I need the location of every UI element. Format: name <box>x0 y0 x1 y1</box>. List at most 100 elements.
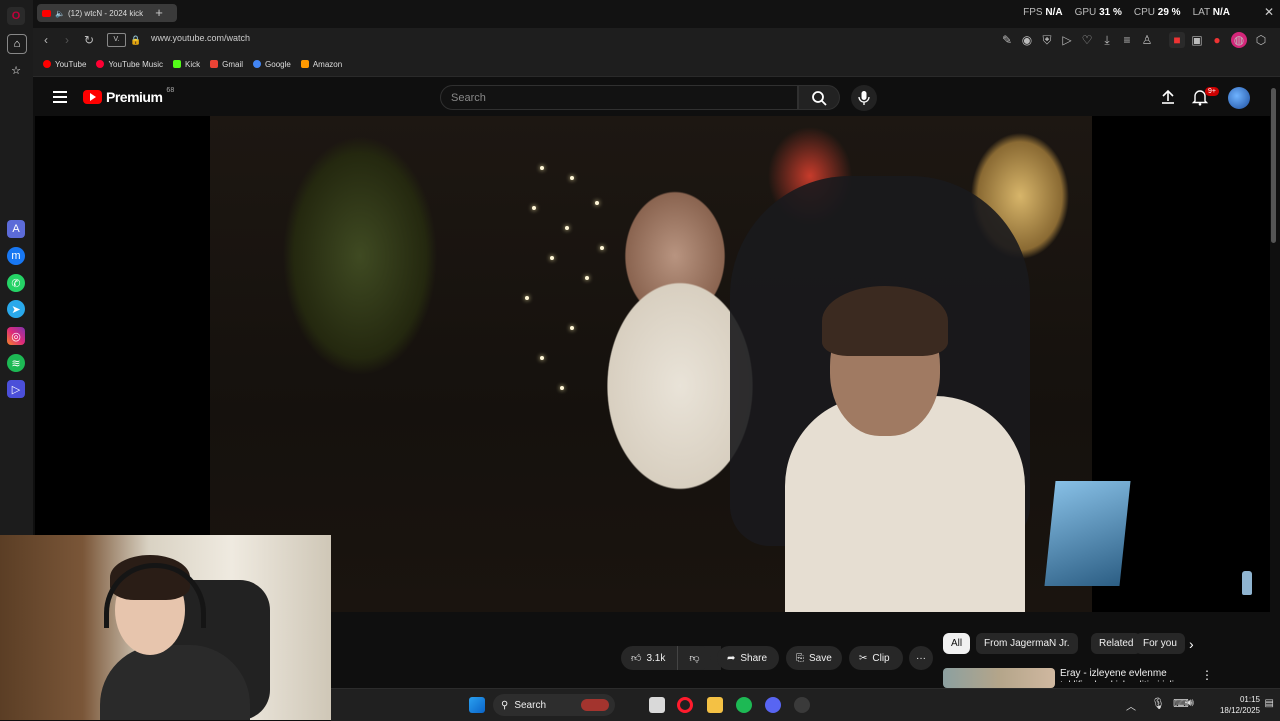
thumbs-down-icon: 👎︎ <box>689 653 700 664</box>
share-icon: ➦ <box>727 652 736 664</box>
bookmarks-star-icon[interactable]: ☆ <box>7 61 25 79</box>
close-window-icon[interactable]: ✕ <box>1264 5 1274 19</box>
discord-icon[interactable] <box>765 697 781 713</box>
heart-icon[interactable]: ♡ <box>1079 32 1095 48</box>
thumbs-up-icon: 👍︎ <box>631 653 642 664</box>
page-scrollbar[interactable] <box>1271 88 1276 243</box>
player-icon[interactable]: ▷ <box>7 380 25 398</box>
amazon-icon <box>300 60 309 68</box>
bookmark-google[interactable]: Google <box>253 60 291 69</box>
windows-start-icon[interactable] <box>469 697 485 713</box>
upload-icon <box>1162 89 1174 104</box>
instagram-icon[interactable]: ◎ <box>7 327 25 345</box>
background-monitor <box>1044 481 1131 586</box>
hamburger-menu-icon[interactable] <box>53 91 67 103</box>
kebab-menu-icon[interactable]: ⋮ <box>1201 668 1213 682</box>
logo-text: Premium <box>106 89 163 105</box>
like-count: 3.1k <box>646 652 666 664</box>
url-field[interactable]: www.youtube.com/watch <box>151 33 250 43</box>
profile-icon[interactable]: ♙ <box>1139 32 1155 48</box>
youtube-header: Premium 68 Search 9+ <box>35 78 1280 116</box>
search-input[interactable]: Search <box>440 85 798 110</box>
back-icon[interactable]: ‹ <box>38 32 54 48</box>
home-icon[interactable]: ⌂ <box>7 34 27 54</box>
youtube-premium-logo[interactable]: Premium 68 <box>83 86 175 105</box>
search-button[interactable] <box>798 85 840 110</box>
share-label: Share <box>740 652 768 664</box>
bookmark-amazon[interactable]: Amazon <box>300 60 342 69</box>
system-clock[interactable]: 01:15 18/12/2025 <box>1220 694 1260 716</box>
voice-search-button[interactable] <box>851 85 877 111</box>
telegram-icon[interactable]: ➤ <box>7 300 25 318</box>
clip-button[interactable]: ✂ Clip <box>849 646 903 670</box>
notification-count-badge: 9+ <box>1205 87 1219 96</box>
more-icon: ··· <box>916 652 926 664</box>
taskbar-search[interactable]: ⚲ Search <box>493 694 615 716</box>
extension-kick-icon[interactable]: ■ <box>1169 32 1185 48</box>
bookmarks-bar: YouTube YouTube Music Kick Gmail Google … <box>33 52 1280 77</box>
chip-from-channel[interactable]: From JagermaN Jr. <box>976 633 1078 654</box>
clock-date: 18/12/2025 <box>1219 706 1260 715</box>
forward-icon[interactable]: › <box>59 32 75 48</box>
shield-icon[interactable]: ⛨ <box>1039 32 1055 48</box>
tab-title: (12) wtcN - 2024 kick <box>67 8 144 18</box>
messenger-icon[interactable]: m <box>7 247 25 265</box>
file-explorer-icon[interactable] <box>707 697 723 713</box>
menu-icon[interactable]: ≡ <box>1119 32 1135 48</box>
extension-pink-icon[interactable]: ◍ <box>1231 32 1247 48</box>
tray-chevron-icon[interactable]: ︿ <box>1126 698 1136 713</box>
kick-icon <box>173 60 181 68</box>
new-tab-button[interactable]: + <box>151 5 167 21</box>
christmas-tree-lights <box>510 156 630 416</box>
upload-button[interactable] <box>1159 88 1177 109</box>
video-frame <box>210 116 1131 612</box>
bookmark-kick[interactable]: Kick <box>173 60 200 69</box>
more-actions-button[interactable]: ··· <box>909 646 933 670</box>
bookmark-youtube-music[interactable]: YouTube Music <box>96 60 163 69</box>
share-button[interactable]: ➦ Share <box>717 646 779 670</box>
spotify-icon[interactable]: ≋ <box>7 354 25 372</box>
lock-icon[interactable]: 🔒 <box>128 32 144 48</box>
tray-mic-icon[interactable]: 🎙︎ <box>1151 697 1165 710</box>
lat-readout: LAT N/A <box>1192 7 1230 18</box>
extension-red-icon[interactable]: ● <box>1209 32 1225 48</box>
bookmark-icon: ⎘ <box>796 652 804 664</box>
task-view-icon[interactable] <box>649 697 665 713</box>
opera-logo-icon[interactable]: O <box>7 7 25 25</box>
google-icon <box>253 60 262 68</box>
download-icon[interactable]: ⤓ <box>1099 32 1115 48</box>
spotify-taskbar-icon[interactable] <box>736 697 752 713</box>
notification-center-icon[interactable]: ▤ <box>1265 698 1274 709</box>
recommendation-title[interactable]: Eray - izleyene evlenme teklifi eden kic… <box>1060 668 1190 682</box>
chevron-right-icon[interactable]: › <box>1189 636 1194 652</box>
extensions-cube-icon[interactable]: ⬡ <box>1253 32 1269 48</box>
reload-icon[interactable]: ↻ <box>81 32 97 48</box>
chip-for-you[interactable]: For you <box>1135 633 1185 654</box>
view-badge[interactable]: V. <box>107 33 126 47</box>
aria-icon[interactable]: A <box>7 220 25 238</box>
volume-icon[interactable]: 🔊︎ <box>1187 697 1194 710</box>
chip-related[interactable]: Related <box>1091 633 1142 654</box>
bookmark-gmail[interactable]: Gmail <box>210 60 243 69</box>
bookmark-youtube[interactable]: YouTube <box>43 60 86 69</box>
play-icon[interactable]: ▷ <box>1059 32 1075 48</box>
cpu-readout: CPU 29 % <box>1133 7 1181 18</box>
edit-icon[interactable]: ✎ <box>999 32 1015 48</box>
opera-gx-icon[interactable] <box>677 697 693 713</box>
windows-taskbar: ⚲ Search ︿ 🎙︎ ⌨ 🔊︎ 01:15 18/12/2025 ▤ <box>331 688 1280 721</box>
avatar[interactable] <box>1228 87 1250 109</box>
recommendation-thumbnail[interactable] <box>943 668 1055 688</box>
dislike-button[interactable]: 👎︎ <box>677 646 711 670</box>
whatsapp-icon[interactable]: ✆ <box>7 274 25 292</box>
microphone-icon <box>858 91 870 105</box>
camera-icon[interactable]: ◉ <box>1019 32 1035 48</box>
save-button[interactable]: ⎘ Save <box>786 646 842 670</box>
save-label: Save <box>809 652 832 664</box>
youtube-favicon-icon <box>42 9 51 17</box>
logo-country-code: 68 <box>166 86 175 94</box>
steam-icon[interactable] <box>794 697 810 713</box>
extension-twitch-icon[interactable]: ▣ <box>1189 32 1205 48</box>
youtube-music-icon <box>96 60 105 68</box>
search-icon: ⚲ <box>501 699 509 711</box>
chip-all[interactable]: All <box>943 633 971 654</box>
